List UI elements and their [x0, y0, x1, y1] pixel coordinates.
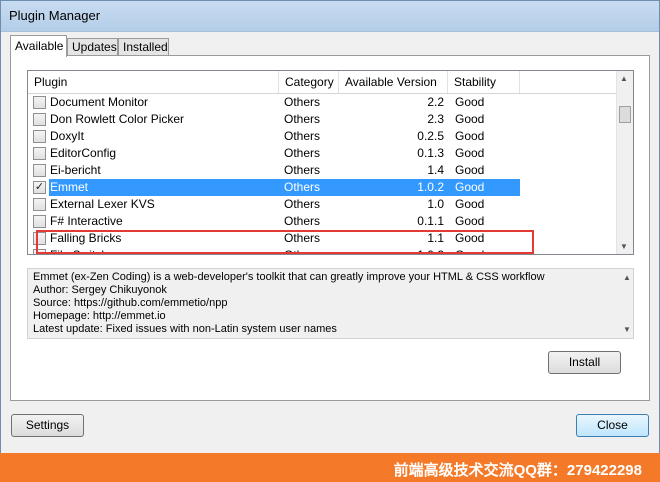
settings-button[interactable]: Settings: [11, 414, 84, 437]
window-title: Plugin Manager: [9, 8, 101, 23]
plugin-category: Others: [284, 146, 321, 160]
description-homepage: Homepage: http://emmet.io: [33, 310, 166, 322]
column-header-category[interactable]: Category: [279, 71, 339, 93]
plugin-description-box[interactable]: Emmet (ex-Zen Coding) is a web-developer…: [27, 268, 634, 339]
plugin-row[interactable]: External Lexer KVS Others 1.0 Good: [28, 196, 617, 213]
plugin-checkbox[interactable]: [33, 96, 46, 109]
plugin-stability: Good: [455, 163, 485, 177]
plugin-row[interactable]: F# Interactive Others 0.1.1 Good: [28, 213, 617, 230]
plugin-checkbox[interactable]: [33, 130, 46, 143]
description-latest-update: Latest update: Fixed issues with non-Lat…: [33, 323, 337, 335]
plugin-name: External Lexer KVS: [50, 197, 155, 211]
list-scrollbar[interactable]: ▲ ▼: [616, 71, 633, 254]
plugin-version: 1.0.2: [417, 180, 444, 194]
plugin-version: 0.2.5: [417, 129, 444, 143]
plugin-checkbox[interactable]: [33, 198, 46, 211]
tab-updates[interactable]: Updates: [67, 38, 118, 56]
column-header-stability[interactable]: Stability: [448, 71, 520, 93]
plugin-version: 1.4: [427, 163, 444, 177]
close-button[interactable]: Close: [576, 414, 649, 437]
plugin-checkbox[interactable]: [33, 147, 46, 160]
install-button[interactable]: Install: [548, 351, 621, 374]
plugin-stability: Good: [455, 112, 485, 126]
plugin-name: Emmet: [50, 180, 89, 194]
plugin-category: Others: [284, 214, 321, 228]
plugin-stability: Good: [455, 214, 485, 228]
footer-banner: 前端高级技术交流QQ群：279422298: [0, 453, 660, 482]
plugin-row[interactable]: Document Monitor Others 2.2 Good: [28, 94, 617, 111]
plugin-version: 2.2: [427, 95, 444, 109]
plugin-name: Don Rowlett Color Picker: [50, 112, 185, 126]
scroll-up-arrow-icon[interactable]: ▲: [620, 74, 628, 83]
plugin-checkbox[interactable]: [33, 164, 46, 177]
plugin-name: Document Monitor: [50, 95, 149, 109]
list-header: Plugin Category Available Version Stabil…: [28, 71, 617, 94]
plugin-stability: Good: [455, 180, 485, 194]
tab-available[interactable]: Available: [10, 35, 67, 57]
plugin-stability: Good: [455, 129, 485, 143]
description-author: Author: Sergey Chikuyonok: [33, 284, 167, 296]
selection-highlight-box: [36, 230, 534, 254]
plugin-checkbox[interactable]: [33, 113, 46, 126]
plugin-version: 0.1.3: [417, 146, 444, 160]
plugin-name: EditorConfig: [50, 146, 117, 160]
plugin-row[interactable]: Don Rowlett Color Picker Others 2.3 Good: [28, 111, 617, 128]
plugin-manager-window: Plugin Manager Available Updates Install…: [0, 0, 660, 453]
plugin-row[interactable]: ✓ Emmet Others 1.0.2 Good: [28, 179, 617, 196]
scroll-thumb[interactable]: [619, 106, 631, 123]
plugin-list[interactable]: Plugin Category Available Version Stabil…: [27, 70, 634, 255]
title-bar[interactable]: Plugin Manager: [1, 1, 659, 31]
column-header-available-version[interactable]: Available Version: [339, 71, 448, 93]
plugin-name: Ei-bericht: [50, 163, 101, 177]
plugin-row[interactable]: Ei-bericht Others 1.4 Good: [28, 162, 617, 179]
plugin-version: 2.3: [427, 112, 444, 126]
footer-text: 前端高级技术交流QQ群：279422298: [393, 462, 642, 479]
plugin-name: DoxyIt: [50, 129, 85, 143]
plugin-row[interactable]: DoxyIt Others 0.2.5 Good: [28, 128, 617, 145]
plugin-category: Others: [284, 180, 321, 194]
desc-scroll-up-icon[interactable]: ▲: [623, 271, 631, 284]
description-source: Source: https://github.com/emmetio/npp: [33, 297, 228, 309]
desc-scroll-down-icon[interactable]: ▼: [623, 323, 631, 336]
plugin-checkbox[interactable]: ✓: [33, 181, 46, 194]
available-tab-panel: Plugin Category Available Version Stabil…: [10, 55, 650, 401]
dialog-client-area: Available Updates Installed Plugin Categ…: [1, 31, 659, 453]
plugin-category: Others: [284, 197, 321, 211]
plugin-category: Others: [284, 129, 321, 143]
tab-installed[interactable]: Installed: [118, 38, 169, 56]
plugin-stability: Good: [455, 95, 485, 109]
column-header-plugin[interactable]: Plugin: [28, 71, 279, 93]
plugin-name: F# Interactive: [50, 214, 123, 228]
plugin-version: 0.1.1: [417, 214, 444, 228]
plugin-category: Others: [284, 95, 321, 109]
plugin-version: 1.0: [427, 197, 444, 211]
plugin-row[interactable]: EditorConfig Others 0.1.3 Good: [28, 145, 617, 162]
plugin-stability: Good: [455, 146, 485, 160]
plugin-stability: Good: [455, 197, 485, 211]
description-scrollbar[interactable]: ▲ ▼: [619, 269, 633, 338]
description-line: Emmet (ex-Zen Coding) is a web-developer…: [33, 271, 545, 283]
plugin-category: Others: [284, 112, 321, 126]
plugin-checkbox[interactable]: [33, 215, 46, 228]
scroll-down-arrow-icon[interactable]: ▼: [620, 242, 628, 251]
plugin-category: Others: [284, 163, 321, 177]
